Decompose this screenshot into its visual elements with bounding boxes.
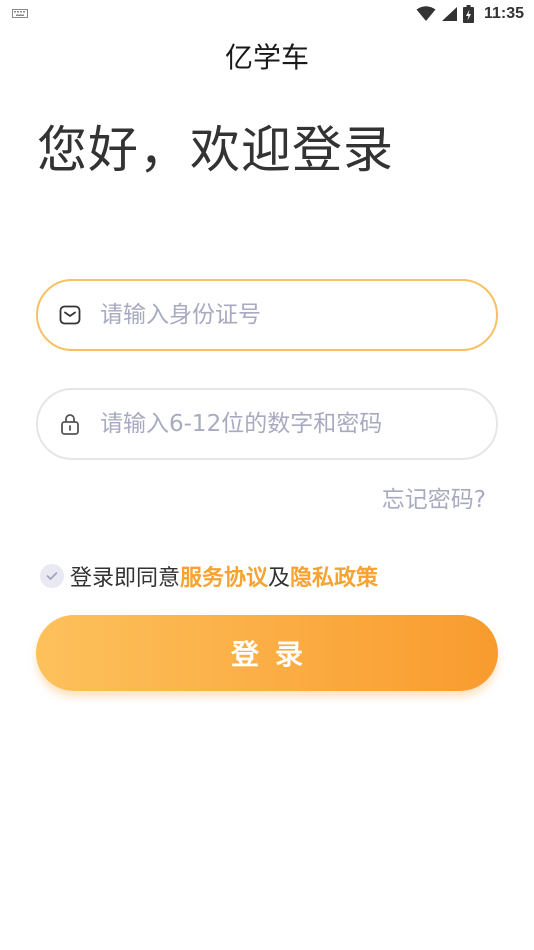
forgot-password-link[interactable]: 忘记密码? xyxy=(382,480,486,514)
service-agreement-link[interactable]: 服务协议 xyxy=(180,560,268,592)
signal-icon xyxy=(441,7,457,21)
privacy-policy-link[interactable]: 隐私政策 xyxy=(290,560,378,592)
app-title: 亿学车 xyxy=(224,41,309,74)
agreement-row: 登录即同意 服务协议 及 隐私政策 xyxy=(40,560,378,592)
id-card-icon xyxy=(59,305,81,325)
greeting-heading: 您好，欢迎登录 xyxy=(37,121,394,179)
lock-icon xyxy=(61,414,79,435)
check-icon xyxy=(46,572,58,580)
status-time: 11:35 xyxy=(483,5,524,22)
agreement-checkbox[interactable] xyxy=(40,564,64,588)
agreement-conjunction: 及 xyxy=(268,566,291,591)
battery-icon xyxy=(462,5,474,23)
id-number-input[interactable] xyxy=(100,302,470,328)
status-bar: 11:35 xyxy=(0,0,534,28)
login-button[interactable]: 登录 xyxy=(36,615,498,691)
password-input[interactable] xyxy=(100,411,470,437)
wifi-icon xyxy=(416,6,436,21)
password-field[interactable] xyxy=(36,388,498,460)
status-icons: 11:35 xyxy=(416,4,524,24)
keyboard-icon xyxy=(12,9,28,18)
id-number-field[interactable] xyxy=(36,279,498,351)
agreement-prefix: 登录即同意 xyxy=(70,566,181,591)
